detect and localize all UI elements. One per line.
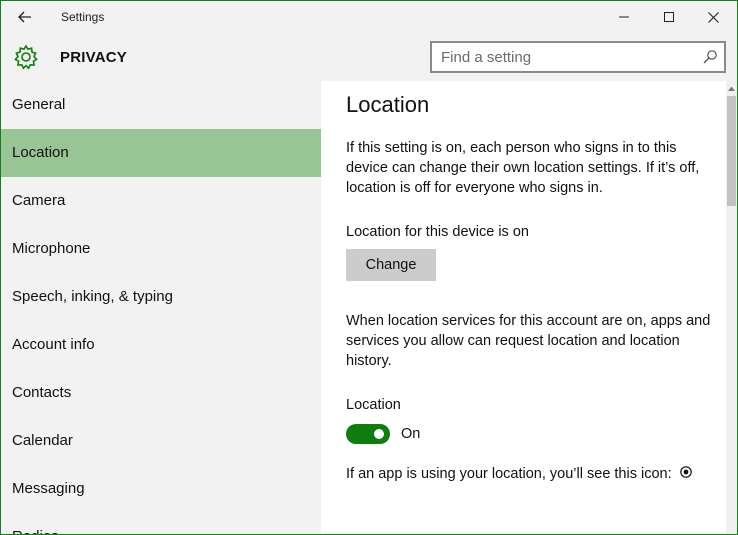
location-toggle[interactable] xyxy=(346,424,390,444)
services-description: When location services for this account … xyxy=(346,313,711,369)
scroll-up-arrow-icon xyxy=(728,86,735,91)
sidebar-item-contacts[interactable]: Contacts xyxy=(1,369,321,417)
page-header: PRIVACY xyxy=(1,33,737,81)
location-description: If this setting is on, each person who s… xyxy=(346,140,700,196)
gear-icon xyxy=(14,44,38,70)
section-title: PRIVACY xyxy=(60,49,127,66)
change-button[interactable]: Change xyxy=(346,249,436,281)
sidebar-item-camera[interactable]: Camera xyxy=(1,177,321,225)
toggle-state-text: On xyxy=(401,426,421,442)
maximize-icon xyxy=(663,12,674,22)
scroll-thumb[interactable] xyxy=(727,96,736,206)
minimize-button[interactable] xyxy=(601,1,646,33)
device-status-text: Location for this device is on xyxy=(346,224,529,240)
sidebar-item-account-info[interactable]: Account info xyxy=(1,321,321,369)
sidebar-item-location[interactable]: Location xyxy=(1,129,321,177)
content-pane: Location If this setting is on, each per… xyxy=(321,81,726,534)
scroll-up-button[interactable] xyxy=(726,81,737,95)
content-scrollbar[interactable] xyxy=(726,81,737,534)
location-in-use-icon xyxy=(679,466,692,478)
sidebar-item-radios[interactable]: Radios xyxy=(1,513,321,534)
sidebar-item-messaging[interactable]: Messaging xyxy=(1,465,321,513)
close-button[interactable] xyxy=(691,1,736,33)
search-input[interactable] xyxy=(432,43,692,71)
back-arrow-icon xyxy=(18,11,31,23)
maximize-button[interactable] xyxy=(646,1,691,33)
icon-note-text: If an app is using your location, you’ll… xyxy=(346,466,672,482)
window-title: Settings xyxy=(61,10,105,24)
sidebar-item-speech[interactable]: Speech, inking, & typing xyxy=(1,273,321,321)
close-icon xyxy=(708,11,719,23)
settings-window: Settings PRIVACY Find a setting General … xyxy=(0,0,738,535)
toggle-label: Location xyxy=(346,397,401,413)
back-button[interactable] xyxy=(9,3,41,31)
sidebar-nav: General Location Camera Microphone Speec… xyxy=(1,81,321,534)
sidebar-item-microphone[interactable]: Microphone xyxy=(1,225,321,273)
minimize-icon xyxy=(618,16,629,18)
sidebar-item-calendar[interactable]: Calendar xyxy=(1,417,321,465)
sidebar-item-general[interactable]: General xyxy=(1,81,321,129)
title-bar: Settings xyxy=(1,1,737,33)
icon-note: If an app is using your location, you’ll… xyxy=(346,464,726,484)
search-box[interactable] xyxy=(430,41,726,73)
toggle-knob xyxy=(374,429,384,439)
search-icon[interactable] xyxy=(702,49,718,65)
page-title: Location xyxy=(346,92,430,117)
